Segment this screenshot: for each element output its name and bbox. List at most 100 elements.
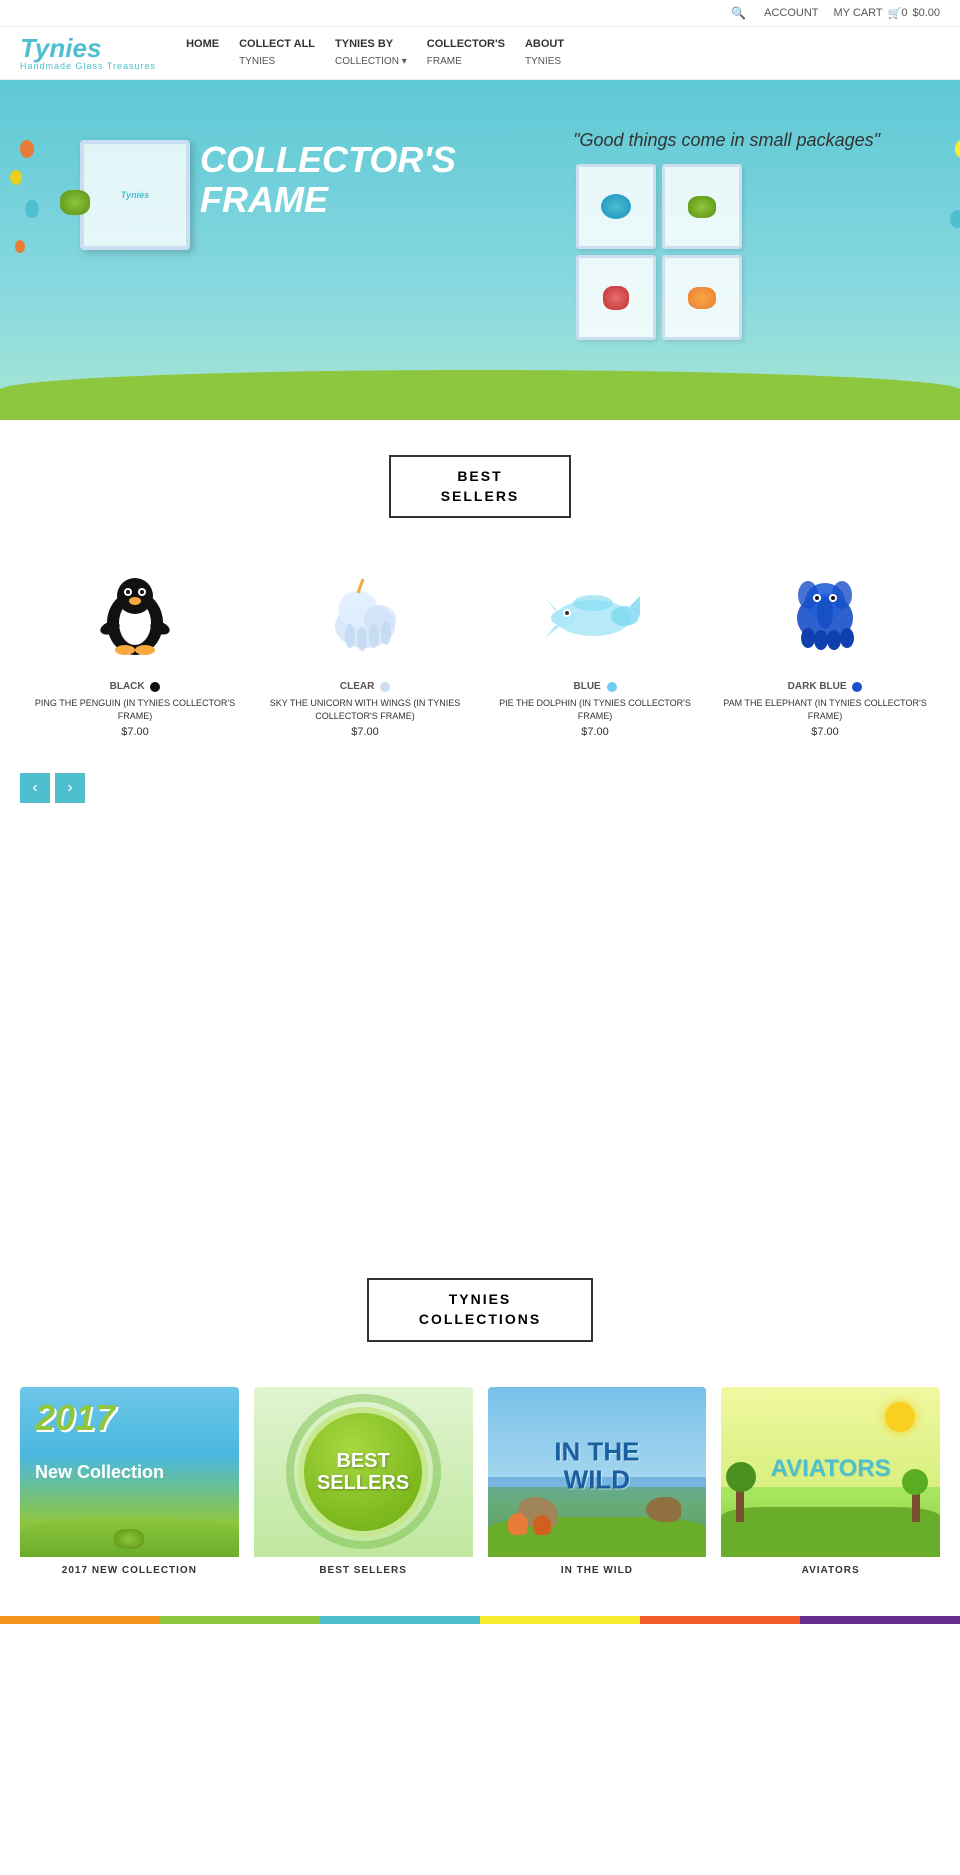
bottom-color-bar — [0, 1616, 960, 1624]
product-card-elephant[interactable]: DARK BLUE PAM THE ELEPHANT (IN TYNIES CO… — [710, 543, 940, 748]
nav-tynies-by-link[interactable]: TYNIES BY — [335, 37, 407, 51]
collection-label-aviators: AVIATORS — [721, 1565, 940, 1576]
best-sellers-title-line1: BEST — [441, 467, 520, 487]
cart-icon: 🛒 — [888, 7, 902, 20]
product-color-penguin: BLACK — [30, 681, 240, 692]
hero-title-area: COLLECTOR'S FRAME — [200, 140, 456, 219]
best-sellers-title-box: BEST SELLERS — [389, 455, 572, 518]
logo[interactable]: Tynies Handmade Glass Treasures — [20, 35, 156, 71]
next-arrow[interactable]: › — [55, 773, 85, 803]
logo-text: Tynies — [20, 35, 156, 61]
prev-arrow[interactable]: ‹ — [20, 773, 50, 803]
collections-title-line2: COLLECTIONS — [419, 1310, 541, 1330]
collections-title-line1: TYNIES — [419, 1290, 541, 1310]
nav-about[interactable]: ABOUT TYNIES — [525, 37, 564, 69]
hero-right-area: "Good things come in small packages" — [573, 120, 880, 343]
product-name-dolphin: PIE THE DOLPHIN (IN TYNIES COLLECTOR'S F… — [490, 697, 700, 722]
collection-2017-big-text: 2017 — [35, 1402, 115, 1434]
collection-aviators-text: AVIATORS — [771, 1455, 891, 1483]
best-sellers-section: BEST SELLERS — [0, 455, 960, 518]
nav-frame-sub: FRAME — [427, 56, 462, 67]
logo-sub: Handmade Glass Treasures — [20, 61, 156, 71]
account-link[interactable]: ACCOUNT — [764, 7, 818, 19]
hero-banner: Tynies COLLECTOR'S FRAME "Good things co… — [0, 80, 960, 420]
nav-home[interactable]: HOME — [186, 37, 219, 51]
search-icon[interactable]: 🔍 — [731, 6, 746, 20]
cart-count: 0 — [901, 7, 907, 19]
collection-img-aviators: AVIATORS — [721, 1387, 940, 1557]
color-dot-dolphin — [607, 682, 617, 692]
collection-card-aviators[interactable]: AVIATORS AVIATORS — [721, 1387, 940, 1576]
collection-card-2017[interactable]: 2017 New Collection 2017 NEW COLLECTION — [20, 1387, 239, 1576]
product-color-elephant: DARK BLUE — [720, 681, 930, 692]
cart-label: MY CART — [834, 7, 883, 19]
product-name-penguin: PING THE PENGUIN (IN TYNIES COLLECTOR'S … — [30, 697, 240, 722]
collection-img-wild: IN THE WILD — [488, 1387, 707, 1557]
bar-seg-4 — [480, 1616, 640, 1624]
dolphin-svg — [545, 578, 645, 648]
product-price-elephant: $7.00 — [720, 726, 930, 738]
collection-label-2017: 2017 NEW COLLECTION — [20, 1565, 239, 1576]
collections-title-box: TYNIES COLLECTIONS — [367, 1278, 593, 1341]
hero-subtitle: CREATE YOUR WORLD OF TYNIES — [0, 374, 960, 400]
product-img-penguin — [30, 553, 240, 673]
product-price-penguin: $7.00 — [30, 726, 240, 738]
top-bar: 🔍 ACCOUNT MY CART 🛒 0 $0.00 — [0, 0, 960, 27]
nav-links: HOME COLLECT ALL TYNIES TYNIES BY COLLEC… — [186, 37, 584, 69]
spacer-area — [0, 823, 960, 1223]
color-dot-elephant — [852, 682, 862, 692]
product-color-unicorn: CLEAR — [260, 681, 470, 692]
collection-card-bestsellers[interactable]: BEST SELLERS BEST SELLERS — [254, 1387, 473, 1576]
nav-collectors-link[interactable]: COLLECTOR'S — [427, 37, 505, 51]
collections-section: TYNIES COLLECTIONS 2017 New Collection 2… — [0, 1223, 960, 1615]
nav-collectors[interactable]: COLLECTOR'S FRAME — [427, 37, 505, 69]
bar-seg-2 — [160, 1616, 320, 1624]
nav-about-link[interactable]: ABOUT — [525, 37, 564, 51]
collection-label-bestsellers: BEST SELLERS — [254, 1565, 473, 1576]
bar-seg-5 — [640, 1616, 800, 1624]
product-img-dolphin — [490, 553, 700, 673]
bar-seg-3 — [320, 1616, 480, 1624]
collection-2017-sub-text: New Collection — [35, 1462, 164, 1483]
collection-img-2017: 2017 New Collection — [20, 1387, 239, 1557]
collection-card-wild[interactable]: IN THE WILD IN THE WILD — [488, 1387, 707, 1576]
collection-label-wild: IN THE WILD — [488, 1565, 707, 1576]
carousel-nav: ‹ › — [0, 768, 960, 823]
nav-collection-sub: COLLECTION ▾ — [335, 56, 407, 67]
color-dot-penguin — [150, 682, 160, 692]
nav-home-link[interactable]: HOME — [186, 37, 219, 51]
products-row: BLACK PING THE PENGUIN (IN TYNIES COLLEC… — [0, 543, 960, 768]
bar-seg-1 — [0, 1616, 160, 1624]
cart-total: $0.00 — [912, 7, 940, 19]
collections-title-wrapper: TYNIES COLLECTIONS — [0, 1278, 960, 1341]
product-price-unicorn: $7.00 — [260, 726, 470, 738]
elephant-svg — [783, 573, 868, 653]
product-card-penguin[interactable]: BLACK PING THE PENGUIN (IN TYNIES COLLEC… — [20, 543, 250, 748]
nav-collect-all[interactable]: COLLECT ALL TYNIES — [239, 37, 315, 69]
nav-about-tynies-sub: TYNIES — [525, 56, 561, 67]
product-img-elephant — [720, 553, 930, 673]
hero-quote: "Good things come in small packages" — [573, 130, 880, 151]
nav-collect-all-sub: TYNIES — [239, 56, 275, 67]
hero-subtitle-area: CREATE YOUR WORLD OF TYNIES — [0, 364, 960, 400]
product-color-dolphin: BLUE — [490, 681, 700, 692]
product-price-dolphin: $7.00 — [490, 726, 700, 738]
collections-grid: 2017 New Collection 2017 NEW COLLECTION … — [0, 1367, 960, 1586]
product-card-unicorn[interactable]: CLEAR SKY THE UNICORN WITH WINGS (IN TYN… — [250, 543, 480, 748]
product-card-dolphin[interactable]: BLUE PIE THE DOLPHIN (IN TYNIES COLLECTO… — [480, 543, 710, 748]
product-img-unicorn — [260, 553, 470, 673]
best-sellers-title-line2: SELLERS — [441, 487, 520, 507]
main-nav: Tynies Handmade Glass Treasures HOME COL… — [0, 27, 960, 80]
collection-wild-text: IN THE WILD — [554, 1437, 639, 1494]
nav-collect-all-link[interactable]: COLLECT ALL — [239, 37, 315, 51]
penguin-svg — [95, 568, 175, 658]
hero-frame-product: Tynies — [80, 140, 190, 250]
color-dot-unicorn — [380, 682, 390, 692]
nav-tynies-by[interactable]: TYNIES BY COLLECTION ▾ — [335, 37, 407, 69]
hero-title: COLLECTOR'S FRAME — [200, 140, 456, 219]
bar-seg-6 — [800, 1616, 960, 1624]
product-name-elephant: PAM THE ELEPHANT (IN TYNIES COLLECTOR'S … — [720, 697, 930, 722]
collection-img-bestsellers: BEST SELLERS — [254, 1387, 473, 1557]
unicorn-svg — [320, 571, 410, 656]
product-name-unicorn: SKY THE UNICORN WITH WINGS (IN TYNIES CO… — [260, 697, 470, 722]
